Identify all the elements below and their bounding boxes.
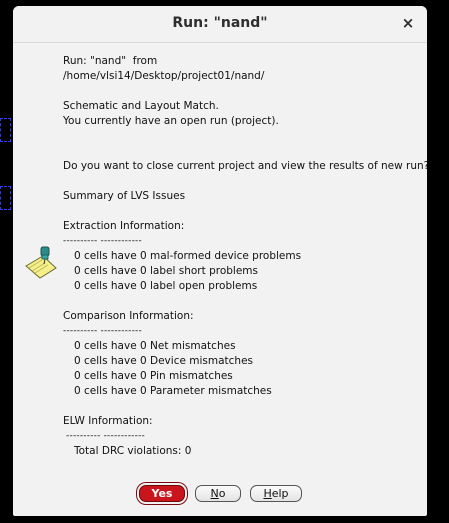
background-window-fragment [0, 118, 11, 142]
no-mnemonic: N [210, 487, 219, 500]
extraction-item: 0 cells have 0 label open problems [74, 280, 258, 292]
open-run-notice: You currently have an open run (project)… [63, 115, 279, 127]
dialog-message: Run: "nand" from /home/vlsi14/Desktop/pr… [63, 54, 427, 459]
comparison-item: 0 cells have 0 Parameter mismatches [74, 385, 272, 397]
close-icon[interactable]: × [399, 14, 417, 32]
extraction-separator: ---------- ------------ [63, 236, 142, 246]
extraction-heading: Extraction Information: [63, 220, 185, 232]
dialog-title: Run: "nand" [172, 15, 268, 31]
run-path: /home/vlsi14/Desktop/project01/nand/ [63, 70, 265, 82]
pinned-note-icon [25, 246, 57, 279]
button-row: Yes No Help [13, 485, 427, 505]
help-mnemonic: H [263, 487, 272, 500]
elw-heading: ELW Information: [63, 415, 153, 427]
run-line: Run: "nand" from [63, 55, 158, 67]
extraction-item: 0 cells have 0 label short problems [74, 265, 258, 277]
run-dialog: Run: "nand" × Run: "nand" from /home/vls… [13, 6, 427, 516]
extraction-item: 0 cells have 0 mal-formed device problem… [74, 250, 302, 262]
comparison-item: 0 cells have 0 Pin mismatches [74, 370, 233, 382]
background-window-fragment [0, 186, 11, 210]
comparison-separator: ---------- ------------ [63, 326, 142, 336]
help-label-rest: elp [271, 487, 289, 500]
match-status: Schematic and Layout Match. [63, 100, 219, 112]
title-bar: Run: "nand" × [13, 6, 427, 43]
summary-heading: Summary of LVS Issues [63, 190, 186, 202]
close-project-question: Do you want to close current project and… [63, 160, 427, 172]
comparison-item: 0 cells have 0 Net mismatches [74, 340, 236, 352]
yes-button[interactable]: Yes [139, 485, 185, 502]
elw-separator: ---------- ------------ [63, 431, 145, 441]
no-label-rest: o [218, 487, 226, 500]
help-button[interactable]: Help [250, 485, 302, 502]
comparison-item: 0 cells have 0 Device mismatches [74, 355, 254, 367]
no-button[interactable]: No [195, 485, 241, 502]
elw-item: Total DRC violations: 0 [74, 445, 192, 457]
comparison-heading: Comparison Information: [63, 310, 194, 322]
